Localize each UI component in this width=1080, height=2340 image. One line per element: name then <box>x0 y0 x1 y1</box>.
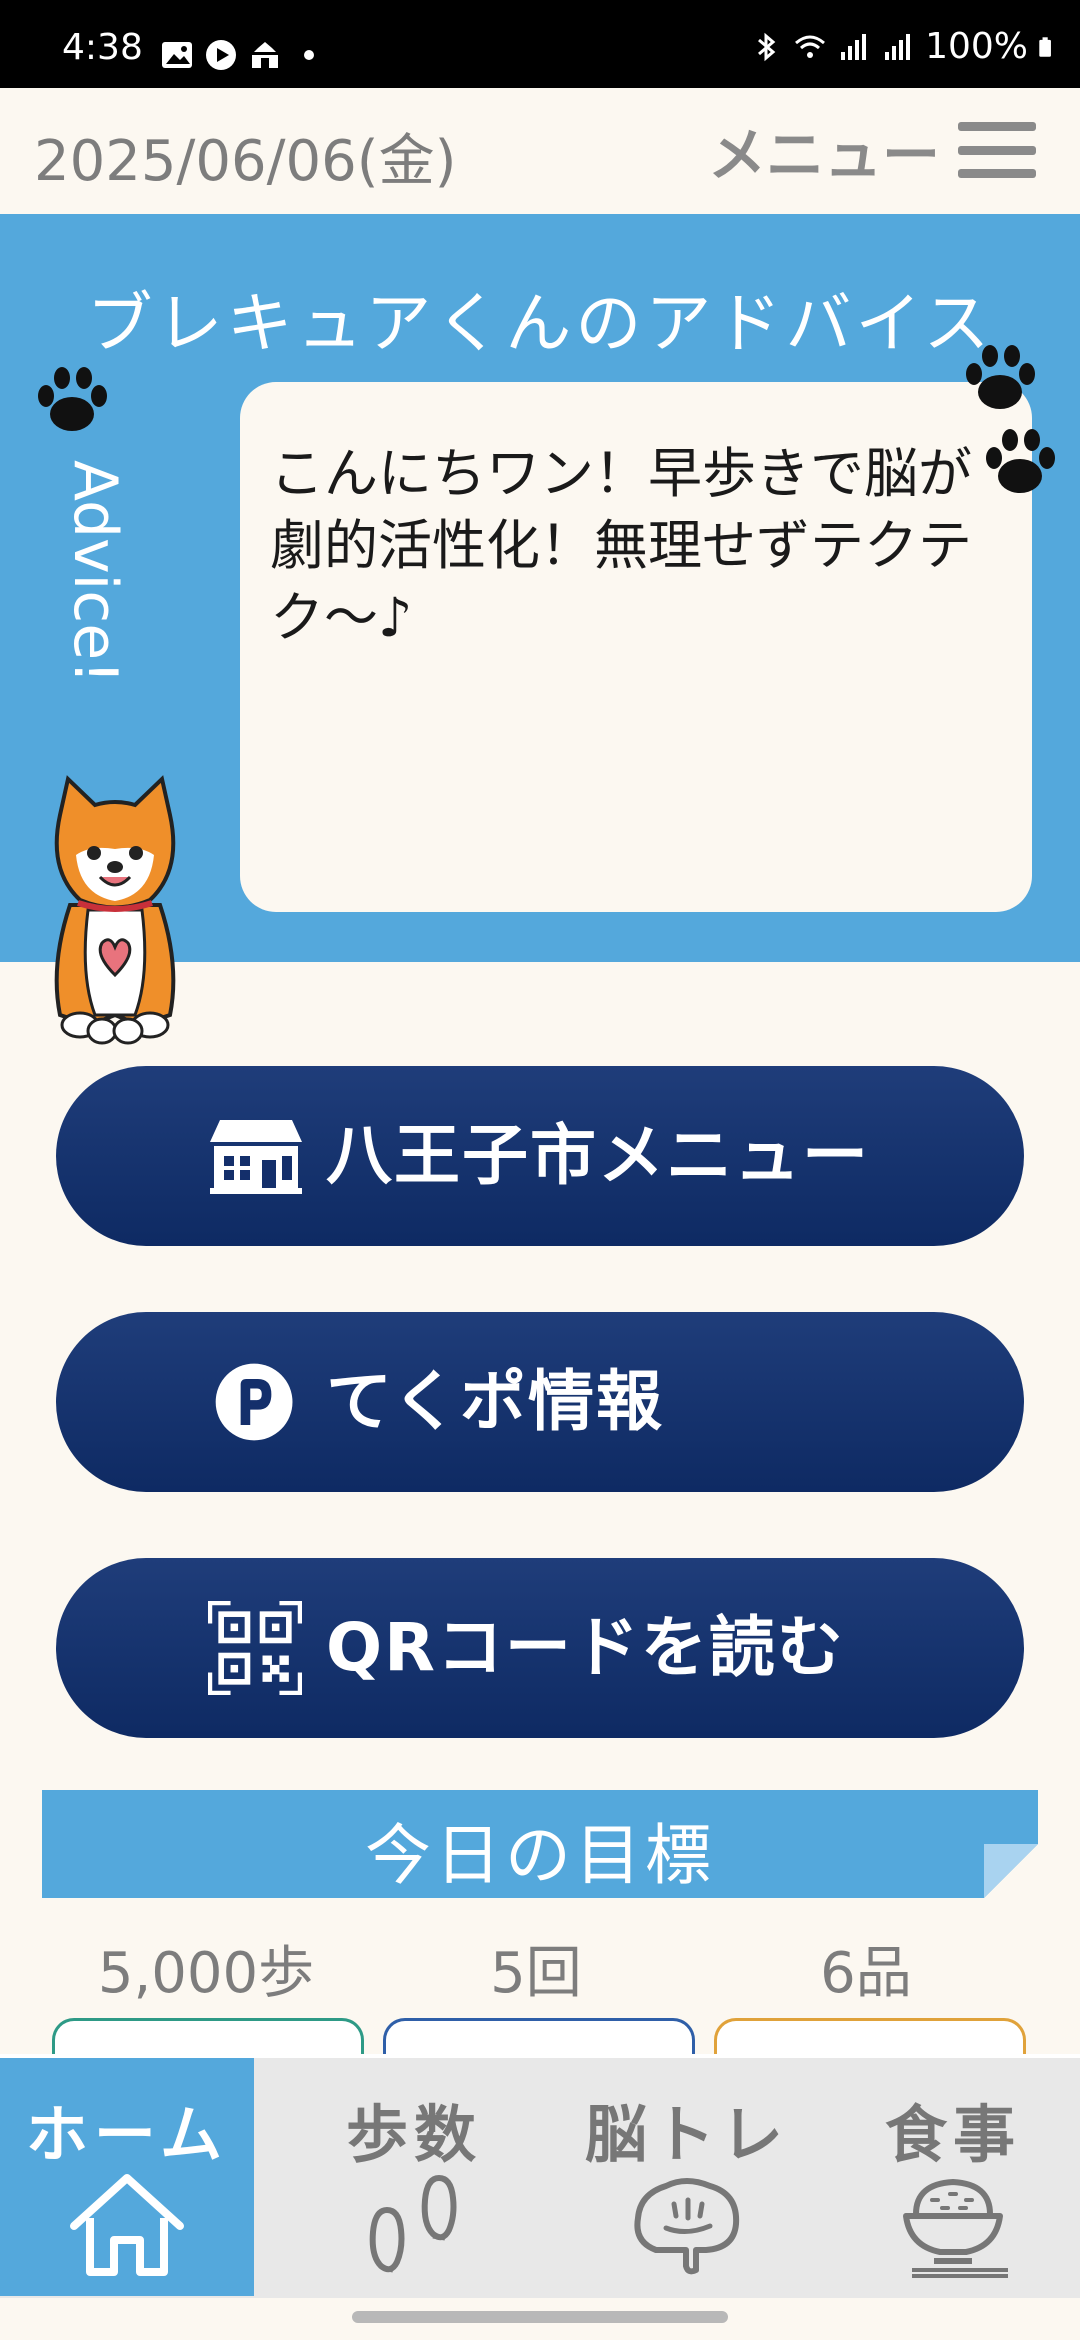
shiba-mascot-icon <box>54 775 176 1045</box>
battery-icon <box>1039 36 1051 57</box>
qr-code-label: QRコードを読む <box>326 1609 845 1686</box>
footprints-icon <box>369 2174 457 2273</box>
advice-bubble: こんにちワン！早歩きで脳が劇的活性化！無理せずテクテク〜♪ <box>240 382 1032 912</box>
qr-code-icon <box>208 1601 302 1695</box>
dot-icon <box>304 50 314 60</box>
bluetooth-icon <box>758 32 776 61</box>
current-date: 2025/06/06(金) <box>34 129 457 194</box>
nav-home-label: ホーム <box>25 2098 229 2171</box>
goal-meal-value: 6品 <box>820 1941 912 2006</box>
bottom-nav: ホーム 歩数 脳トレ 食事 <box>0 2054 1080 2298</box>
nav-brain-training[interactable]: 脳トレ <box>560 2058 814 2296</box>
goal-brain-value: 5回 <box>490 1941 582 2006</box>
home-indicator[interactable] <box>352 2311 728 2323</box>
menu-label: メニュー <box>707 121 940 189</box>
advice-vertical-label: Advice! <box>60 460 130 685</box>
paw-print-icon <box>986 429 1055 493</box>
hachioji-menu-button[interactable]: 八王子市メニュー <box>56 1066 1024 1246</box>
nav-steps[interactable]: 歩数 <box>287 2058 541 2296</box>
hamburger-icon <box>958 122 1036 178</box>
hachioji-menu-label: 八王子市メニュー <box>326 1117 870 1194</box>
goal-title: 今日の目標 <box>365 1817 715 1894</box>
advice-title: ブレキュアくんのアドバイス <box>86 285 994 362</box>
play-icon <box>206 40 236 70</box>
wifi-icon <box>795 35 826 58</box>
nav-home[interactable]: ホーム <box>0 2058 254 2296</box>
page-fold-icon <box>984 1844 1038 1898</box>
menu-button[interactable]: メニュー <box>708 112 1036 189</box>
nav-meal[interactable]: 食事 <box>826 2058 1080 2296</box>
signal-icon <box>885 33 911 60</box>
goal-banner: 今日の目標 <box>42 1790 1038 1898</box>
paw-print-icon <box>38 367 107 431</box>
nav-steps-label: 歩数 <box>345 2098 482 2171</box>
status-bar: 4:38 100% <box>0 0 1080 88</box>
nav-meal-label: 食事 <box>884 2098 1021 2171</box>
qr-code-button[interactable]: QRコードを読む <box>56 1558 1024 1738</box>
brain-icon <box>634 2178 740 2275</box>
goal-steps-value: 5,000歩 <box>97 1941 315 2006</box>
header: 2025/06/06(金) メニュー <box>0 88 1080 214</box>
tekupo-info-button[interactable]: てくポ情報 <box>56 1312 1024 1492</box>
status-time: 4:38 <box>62 27 143 68</box>
nav-brain-label: 脳トレ <box>584 2098 789 2171</box>
home-icon <box>70 2174 184 2276</box>
tekupo-info-label: てくポ情報 <box>326 1363 665 1440</box>
advice-message: こんにちワン！早歩きで脳が劇的活性化！無理せずテクテク〜♪ <box>270 442 972 649</box>
battery-percent: 100% <box>925 26 1028 67</box>
rice-bowl-icon <box>903 2178 1008 2278</box>
gallery-icon <box>162 42 192 68</box>
signal-icon <box>841 33 867 60</box>
city-hall-icon <box>210 1120 302 1194</box>
paw-print-icon <box>966 345 1035 409</box>
point-p-icon <box>215 1363 293 1441</box>
castle-icon <box>252 42 278 68</box>
